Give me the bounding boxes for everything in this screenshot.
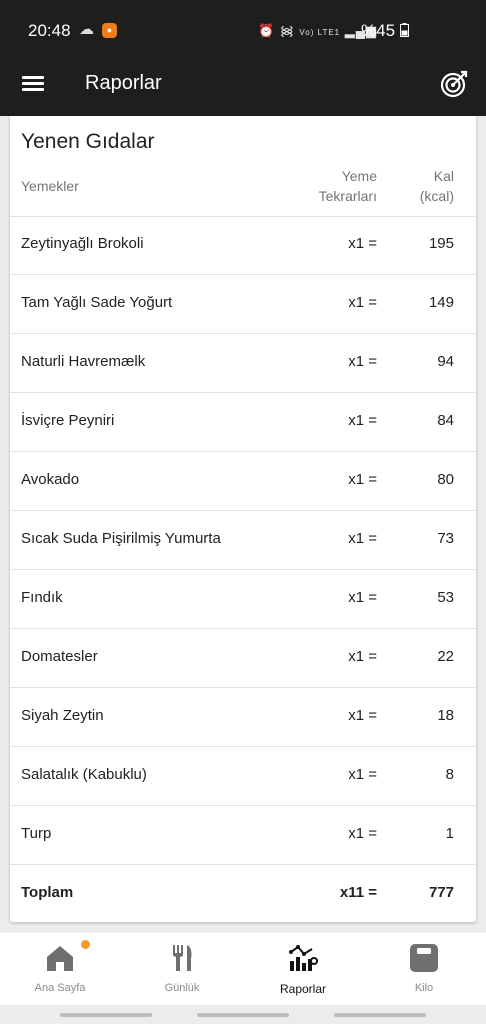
total-kcal: 777 — [428, 884, 454, 901]
food-kcal: 94 — [437, 353, 454, 370]
food-repeats: x1 = — [348, 530, 377, 547]
nav-label-weight: Kilo — [414, 982, 434, 994]
nav-item-reports[interactable]: Raporlar — [243, 933, 363, 1005]
food-repeats: x1 = — [348, 412, 377, 429]
system-gesture-bar — [0, 1005, 486, 1024]
bottom-nav: Ana Sayfa Günlük Raporlar Kilo — [0, 933, 486, 1005]
food-kcal: 149 — [428, 294, 454, 311]
target-goal-icon[interactable] — [439, 69, 469, 99]
battery-icon — [399, 23, 409, 37]
food-name: Siyah Zeytin — [21, 707, 104, 724]
nav-item-diary[interactable]: Günlük — [122, 933, 242, 1005]
cloud-icon: ☁ — [79, 21, 94, 38]
table-row: Domatesler x1 = 22 — [10, 629, 476, 688]
header-food: Yemekler — [21, 178, 79, 194]
status-icons: ⏰ ᯼ Vo) LTE1 ▂▄▆ — [258, 21, 377, 39]
battery-text: %45 — [361, 21, 396, 40]
header-repeats: Yeme Tekrarları — [319, 166, 377, 206]
food-name: Zeytinyağlı Brokoli — [21, 235, 144, 252]
table-row: Sıcak Suda Pişirilmiş Yumurta x1 = 73 — [10, 511, 476, 570]
status-bar: 20:48 ☁ ● ⏰ ᯼ Vo) LTE1 ▂▄▆ %45 — [0, 0, 486, 60]
food-name: Turp — [21, 825, 52, 842]
food-kcal: 22 — [437, 648, 454, 665]
food-name: Salatalık (Kabuklu) — [21, 766, 147, 783]
header-repeats-line2: Tekrarları — [318, 188, 377, 204]
page-title: Raporlar — [85, 72, 162, 94]
food-repeats: x1 = — [348, 235, 377, 252]
nav-item-home[interactable]: Ana Sayfa — [0, 933, 120, 1005]
table-row: Salatalık (Kabuklu) x1 = 8 — [10, 747, 476, 806]
nav-label-diary: Günlük — [164, 982, 200, 994]
food-repeats: x1 = — [348, 825, 377, 842]
food-name: Tam Yağlı Sade Yoğurt — [21, 294, 173, 311]
table-row: Tam Yağlı Sade Yoğurt x1 = 149 — [10, 275, 476, 334]
home-icon — [47, 946, 73, 971]
food-repeats: x1 = — [348, 353, 377, 370]
gesture-pill — [197, 1013, 289, 1017]
food-kcal: 80 — [437, 471, 454, 488]
header-kcal-line1: Kal — [433, 168, 454, 184]
food-kcal: 18 — [437, 707, 454, 724]
table-row: Turp x1 = 1 — [10, 806, 476, 865]
total-label: Toplam — [21, 884, 74, 901]
food-kcal: 8 — [445, 766, 454, 783]
food-name: İsviçre Peyniri — [21, 412, 115, 429]
signal-text: Vo) LTE1 — [299, 28, 341, 37]
food-kcal: 73 — [437, 530, 454, 547]
gesture-pill — [334, 1013, 426, 1017]
food-repeats: x1 = — [348, 471, 377, 488]
table-row: Zeytinyağlı Brokoli x1 = 195 — [10, 216, 476, 275]
nav-label-home: Ana Sayfa — [34, 982, 86, 994]
header-kcal-line2: (kcal) — [419, 188, 454, 204]
nav-label-reports: Raporlar — [279, 982, 327, 996]
food-repeats: x1 = — [348, 589, 377, 606]
food-name: Domatesler — [21, 648, 98, 665]
total-row: Toplam x11 = 777 — [10, 865, 476, 923]
table-row: Siyah Zeytin x1 = 18 — [10, 688, 476, 747]
app-bar: Raporlar — [0, 60, 486, 116]
table-row: İsviçre Peyniri x1 = 84 — [10, 393, 476, 452]
food-kcal: 53 — [437, 589, 454, 606]
table-row: Fındık x1 = 53 — [10, 570, 476, 629]
food-repeats: x1 = — [348, 648, 377, 665]
food-kcal: 84 — [437, 412, 454, 429]
notification-dot — [81, 940, 90, 949]
food-kcal: 1 — [445, 825, 454, 842]
chart-icon — [289, 945, 318, 971]
alarm-icon: ⏰ — [258, 23, 276, 38]
food-kcal: 195 — [428, 235, 454, 252]
gesture-pill — [60, 1013, 152, 1017]
menu-icon[interactable] — [22, 76, 44, 100]
table-row: Naturli Havremælk x1 = 94 — [10, 334, 476, 393]
battery-level: %45 — [361, 21, 409, 41]
table-header: Yemekler Yeme Tekrarları Kal (kcal) — [10, 166, 476, 217]
food-repeats: x1 = — [348, 294, 377, 311]
food-name: Naturli Havremælk — [21, 353, 146, 370]
fork-knife-icon — [173, 945, 192, 971]
header-repeats-line1: Yeme — [341, 168, 377, 184]
wifi-icon: ᯼ — [279, 23, 295, 38]
food-name: Sıcak Suda Pişirilmiş Yumurta — [21, 530, 221, 547]
nav-item-weight[interactable]: Kilo — [364, 933, 484, 1005]
eaten-foods-card: Yenen Gıdalar Yemekler Yeme Tekrarları K… — [10, 116, 476, 922]
card-title: Yenen Gıdalar — [21, 130, 155, 153]
total-repeats: x11 = — [339, 884, 377, 901]
food-repeats: x1 = — [348, 707, 377, 724]
food-repeats: x1 = — [348, 766, 377, 783]
scale-icon — [410, 944, 438, 972]
table-row: Avokado x1 = 80 — [10, 452, 476, 511]
status-time: 20:48 — [28, 21, 71, 40]
header-kcal: Kal (kcal) — [420, 166, 454, 206]
food-name: Fındık — [21, 589, 63, 606]
app-notification-icon: ● — [102, 23, 117, 38]
food-name: Avokado — [21, 471, 80, 488]
